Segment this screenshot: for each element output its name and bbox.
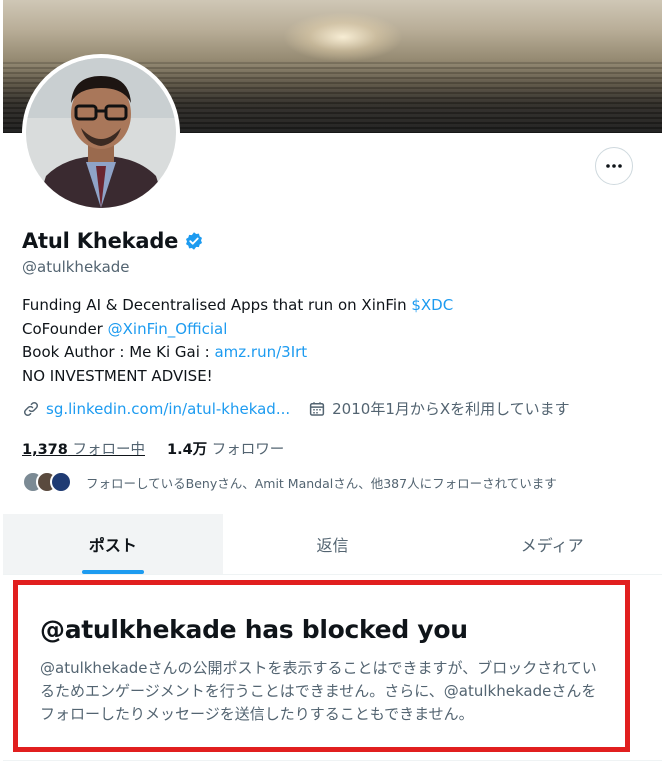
profile-bio: Funding AI & Decentralised Apps that run… (22, 294, 453, 388)
divider (3, 760, 662, 761)
website-link[interactable]: sg.linkedin.com/in/atul-khekad... (46, 400, 290, 418)
tab-posts[interactable]: ポスト (3, 514, 223, 574)
bio-text: Book Author : Me Ki Gai : (22, 343, 215, 361)
bio-text: CoFounder (22, 319, 108, 338)
tab-label: ポスト (88, 536, 137, 555)
bio-line: Book Author : Me Ki Gai : amz.run/3Irt (22, 341, 453, 365)
banner-sun (283, 12, 403, 62)
active-tab-indicator (81, 570, 144, 574)
followers-count-link[interactable]: 1.4万 フォロワー (167, 438, 284, 459)
profile-name-row: Atul Khekade (22, 229, 204, 253)
profile-name: Atul Khekade (22, 229, 179, 253)
mention-link[interactable]: @XinFin_Official (108, 320, 228, 338)
bio-text: Funding AI & Decentralised Apps that run… (22, 296, 412, 314)
mutual-avatar (50, 471, 72, 493)
followers-label: フォロワー (211, 442, 285, 458)
more-horizontal-icon (606, 164, 622, 168)
blocked-title: @atulkhekade has blocked you (40, 615, 468, 644)
following-count-link[interactable]: 1,378 フォロー中 (22, 438, 145, 459)
cashtag-link[interactable]: $XDC (411, 296, 453, 314)
followers-count: 1.4万 (166, 442, 208, 458)
bio-line: Funding AI & Decentralised Apps that run… (22, 294, 453, 318)
calendar-icon (308, 400, 326, 418)
book-link[interactable]: amz.run/3Irt (214, 343, 307, 361)
tab-media[interactable]: メディア (442, 514, 662, 574)
following-count: 1,378 (22, 442, 68, 458)
bio-text: NO INVESTMENT ADVISE! (22, 366, 213, 385)
avatar-image (26, 58, 176, 208)
tab-label: メディア (520, 536, 584, 555)
profile-meta: sg.linkedin.com/in/atul-khekad... 2010年1… (22, 398, 570, 419)
bio-line: CoFounder @XinFin_Official (22, 318, 453, 342)
profile-avatar[interactable] (22, 54, 180, 212)
verified-badge-icon[interactable] (184, 231, 204, 251)
link-icon (22, 400, 40, 418)
following-label: フォロー中 (72, 442, 145, 458)
blocked-notice: @atulkhekade has blocked you @atulkhekad… (13, 580, 630, 752)
profile-handle: @atulkhekade (22, 258, 130, 276)
joined-date: 2010年1月からXを利用しています (332, 400, 570, 418)
mutual-avatars (22, 468, 78, 496)
tab-label: 返信 (316, 536, 349, 555)
follow-stats: 1,378 フォロー中 1.4万 フォロワー (22, 438, 284, 459)
more-options-button[interactable] (595, 147, 633, 185)
followers-you-know[interactable]: フォローしているBenyさん、Amit Mandalさん、他387人にフォローさ… (22, 468, 557, 496)
tab-replies[interactable]: 返信 (223, 514, 443, 574)
blocked-body: @atulkhekadeさんの公開ポストを表示することはできますが、ブロックされ… (40, 659, 597, 723)
followed-by-text: フォローしているBenyさん、Amit Mandalさん、他387人にフォローさ… (86, 475, 557, 491)
bio-line: NO INVESTMENT ADVISE! (22, 365, 453, 389)
profile-tabs: ポスト 返信 メディア (3, 514, 662, 575)
